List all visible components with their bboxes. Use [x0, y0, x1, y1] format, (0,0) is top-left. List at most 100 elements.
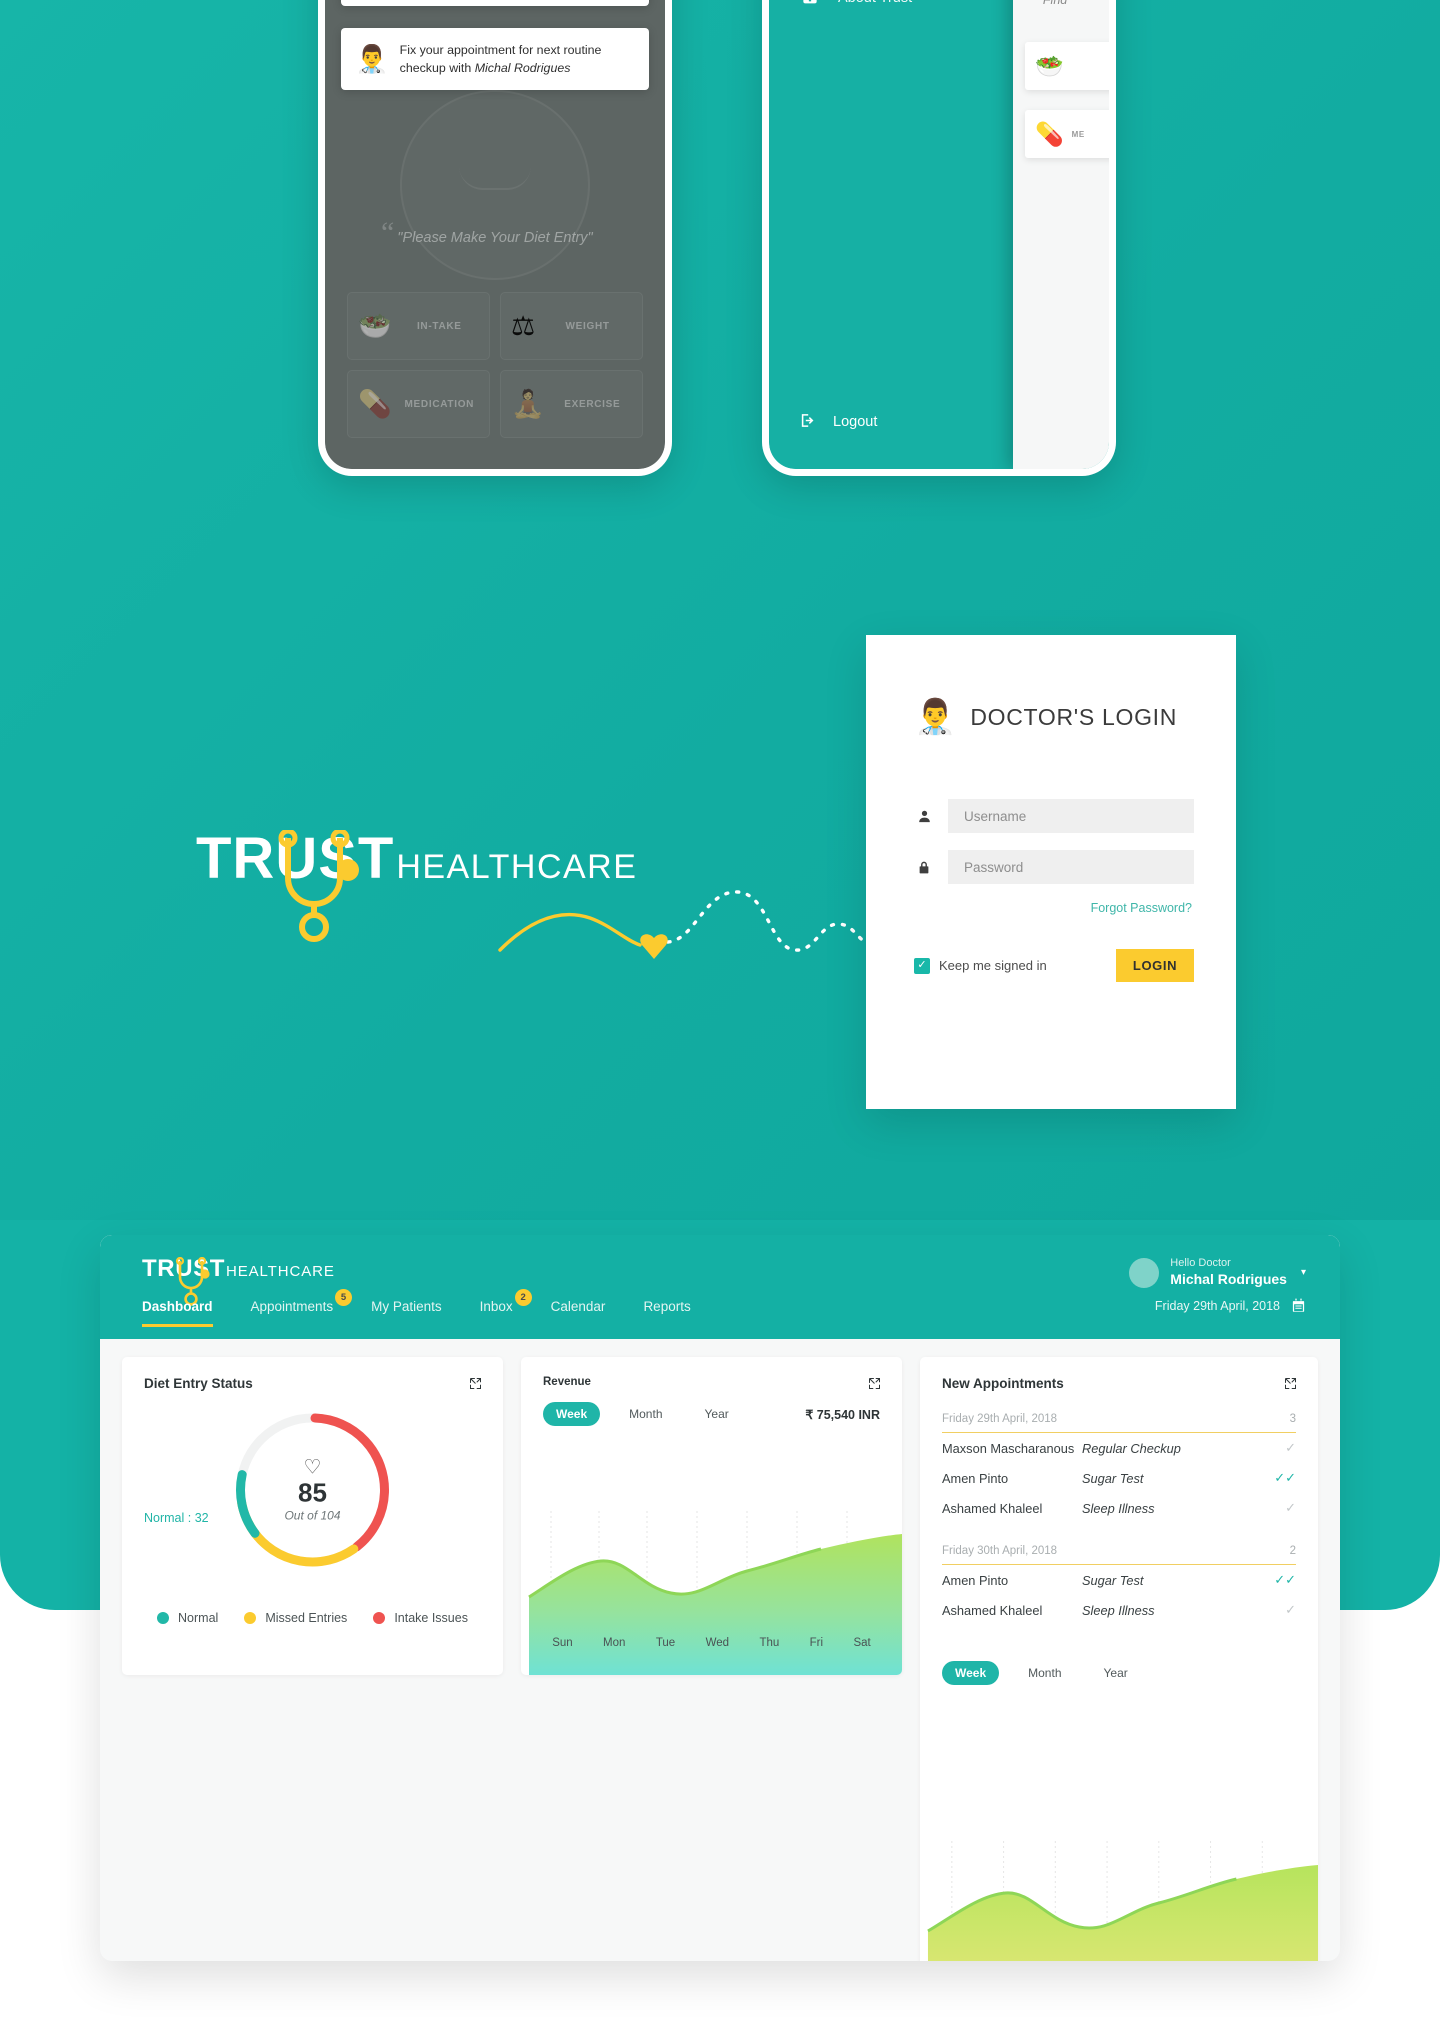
patient-name: Maxson Mascharanous: [942, 1440, 1075, 1456]
tile-in-take[interactable]: 🥗 IN-TAKE: [347, 292, 490, 360]
phone1-tile-grid: 🥗 IN-TAKE ⚖ WEIGHT 💊 MEDICATION 🧘 EXERCI…: [347, 292, 643, 438]
x-tick: Mon: [603, 1637, 626, 1649]
phone-mockup-patient: “ "Please Make Your Diet Entry" 🥗 IN-TAK…: [318, 0, 672, 476]
calendar-icon[interactable]: [1291, 1298, 1306, 1313]
tile-label: EXERCISE: [564, 398, 621, 410]
menu-item-about-trust[interactable]: About Trust: [769, 0, 1037, 18]
forgot-password-link[interactable]: Forgot Password?: [914, 901, 1194, 915]
patient-name: Ashamed Khaleel: [942, 1500, 1043, 1516]
phone-mockup-menu: Home Reports Notification Appointment: [762, 0, 1116, 476]
segment-month[interactable]: Month: [1015, 1661, 1074, 1685]
dashboard-tabs: Dashboard Appointments 5 My Patients Inb…: [142, 1289, 691, 1327]
notification-doctor-name: Michal Rodrigues: [474, 61, 571, 76]
appointments-chart-svg: [927, 1841, 1318, 1961]
doctor-login-card: 👨‍⚕️ DOCTOR'S LOGIN Forgot Password? ✓ K…: [866, 635, 1236, 1109]
appointment-group-header: Friday 30th April, 2018 2: [942, 1545, 1296, 1565]
check-icon: ✓: [1285, 1440, 1296, 1455]
login-header: 👨‍⚕️ DOCTOR'S LOGIN: [866, 635, 1236, 737]
logout-label: Logout: [833, 414, 878, 430]
segment-week[interactable]: Week: [942, 1661, 1000, 1685]
segment-month[interactable]: Month: [616, 1402, 675, 1426]
doctor-dashboard: TRUST HEALTHCARE Dashboard Appointments …: [100, 1235, 1340, 1961]
peek-quote: “ Find: [1031, 0, 1067, 10]
salad-bowl-icon: 🥗: [358, 311, 392, 341]
group-count: 2: [1289, 1545, 1296, 1557]
menu-item-logout[interactable]: Logout: [769, 405, 1037, 439]
expand-icon[interactable]: [468, 1376, 483, 1396]
group-count: 3: [1289, 1413, 1296, 1425]
donut-value: 85: [298, 1477, 327, 1508]
appointment-row[interactable]: Ashamed Khaleel Sleep Illness ✓: [942, 1595, 1296, 1625]
phone2-peek-screen[interactable]: “ Find 🥗 💊 ME: [1013, 0, 1109, 469]
appointment-group-header: Friday 29th April, 2018 3: [942, 1413, 1296, 1433]
peek-tile-intake[interactable]: 🥗: [1025, 42, 1109, 90]
appointment-type: Sugar Test: [1082, 1572, 1144, 1588]
quote-mark-icon: “: [381, 216, 395, 249]
check-icon: ✓: [1285, 1602, 1296, 1617]
username-input[interactable]: [948, 799, 1194, 833]
tile-label: WEIGHT: [565, 320, 610, 332]
tile-exercise[interactable]: 🧘 EXERCISE: [500, 370, 643, 438]
user-name: Michal Rodrigues: [1170, 1270, 1287, 1287]
dashboard-body: Diet Entry Status ♡ 85 Out of 104 Normal…: [100, 1339, 1340, 1961]
keep-signed-in-checkbox[interactable]: ✓ Keep me signed in: [914, 957, 1047, 974]
tab-reports[interactable]: Reports: [643, 1299, 690, 1327]
tile-weight[interactable]: ⚖ WEIGHT: [500, 292, 643, 360]
donut-callout: Normal : 32 ----: [144, 1511, 209, 1525]
brand-secondary-text: HEALTHCARE: [396, 848, 638, 886]
diet-entry-status-card: Diet Entry Status ♡ 85 Out of 104 Normal…: [122, 1357, 503, 1675]
x-tick: Fri: [809, 1637, 824, 1649]
tab-calendar[interactable]: Calendar: [551, 1299, 606, 1327]
tile-medication[interactable]: 💊 MEDICATION: [347, 370, 490, 438]
user-menu[interactable]: Hello Doctor Michal Rodrigues ▾: [1129, 1257, 1306, 1288]
expand-icon[interactable]: [1283, 1376, 1298, 1396]
diet-legend: Normal Missed Entries Intake Issues: [122, 1611, 503, 1625]
appointment-type: Sleep Illness: [1082, 1602, 1155, 1618]
tile-label: MEDICATION: [404, 398, 475, 410]
peek-tile-label: ME: [1071, 129, 1085, 139]
heart-icon: ♡: [303, 1456, 322, 1479]
segment-year[interactable]: Year: [1091, 1661, 1141, 1685]
password-input[interactable]: [948, 850, 1194, 884]
user-text: Hello Doctor Michal Rodrigues: [1170, 1257, 1287, 1288]
card-title: New Appointments: [942, 1376, 1064, 1391]
dashboard-top-grid: Diet Entry Status ♡ 85 Out of 104 Normal…: [122, 1357, 1318, 1961]
appointment-row[interactable]: Amen Pinto Sugar Test ✓✓: [942, 1463, 1296, 1493]
medical-cross-icon: [799, 0, 821, 6]
menu-item-label: About Trust: [838, 0, 912, 6]
lock-icon: [914, 860, 934, 875]
x-tick: Sat: [853, 1637, 871, 1649]
tab-dashboard[interactable]: Dashboard: [142, 1299, 213, 1327]
doctor-avatar-icon: 👨‍⚕️: [355, 44, 389, 75]
double-check-icon: ✓✓: [1274, 1572, 1296, 1587]
tab-inbox[interactable]: Inbox 2: [479, 1289, 532, 1327]
checkbox-check-icon: ✓: [914, 957, 930, 974]
notification-card-appointment[interactable]: 👨‍⚕️ Fix your appointment for next routi…: [341, 28, 649, 91]
expand-icon[interactable]: [867, 1376, 882, 1396]
chevron-down-icon[interactable]: ▾: [1301, 1267, 1306, 1278]
appointment-row[interactable]: Ashamed Khaleel Sleep Illness ✓: [942, 1493, 1296, 1523]
appointment-row[interactable]: Amen Pinto Sugar Test ✓✓: [942, 1565, 1296, 1595]
tab-label: Dashboard: [142, 1299, 213, 1314]
segment-week[interactable]: Week: [543, 1402, 601, 1426]
notification-card-partial[interactable]: 👨‍⚕️: [341, 0, 649, 6]
keep-signed-in-label: Keep me signed in: [939, 958, 1047, 973]
segment-year[interactable]: Year: [692, 1402, 742, 1426]
tab-label: Appointments: [250, 1299, 334, 1314]
revenue-period-toggle: Week Month Year ₹ 75,540 INR: [521, 1388, 902, 1426]
tab-appointments[interactable]: Appointments 5: [250, 1289, 353, 1327]
legend-dot-icon: [244, 1612, 257, 1624]
legend-label: Intake Issues: [394, 1611, 468, 1625]
login-button[interactable]: LOGIN: [1116, 949, 1194, 982]
login-actions: ✓ Keep me signed in LOGIN: [914, 949, 1194, 982]
tab-label: Inbox: [479, 1299, 513, 1314]
legend-item-intake: Intake Issues: [373, 1611, 468, 1625]
tab-label: My Patients: [371, 1299, 442, 1314]
patient-name: Ashamed Khaleel: [942, 1602, 1043, 1618]
peek-tile-medication[interactable]: 💊 ME: [1025, 110, 1109, 158]
login-title: DOCTOR'S LOGIN: [970, 703, 1178, 730]
tab-my-patients[interactable]: My Patients: [371, 1299, 442, 1327]
appointment-row[interactable]: Maxson Mascharanous Regular Checkup ✓: [942, 1433, 1296, 1463]
new-appointments-card: New Appointments Friday 29th April, 2018…: [920, 1357, 1318, 1961]
